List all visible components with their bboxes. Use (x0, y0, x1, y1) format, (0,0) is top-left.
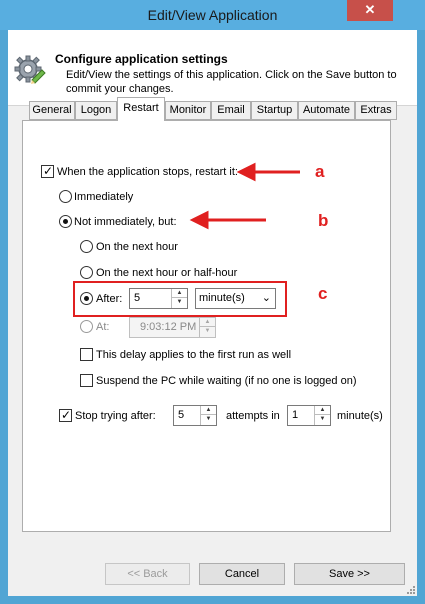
annotation-a: a (315, 162, 325, 181)
annotation-arrows (189, 162, 300, 230)
annotation-b: b (318, 211, 329, 230)
annotation-c: c (318, 284, 328, 303)
arrow-b-head-icon (189, 210, 209, 230)
arrow-a-head-icon (236, 162, 256, 182)
